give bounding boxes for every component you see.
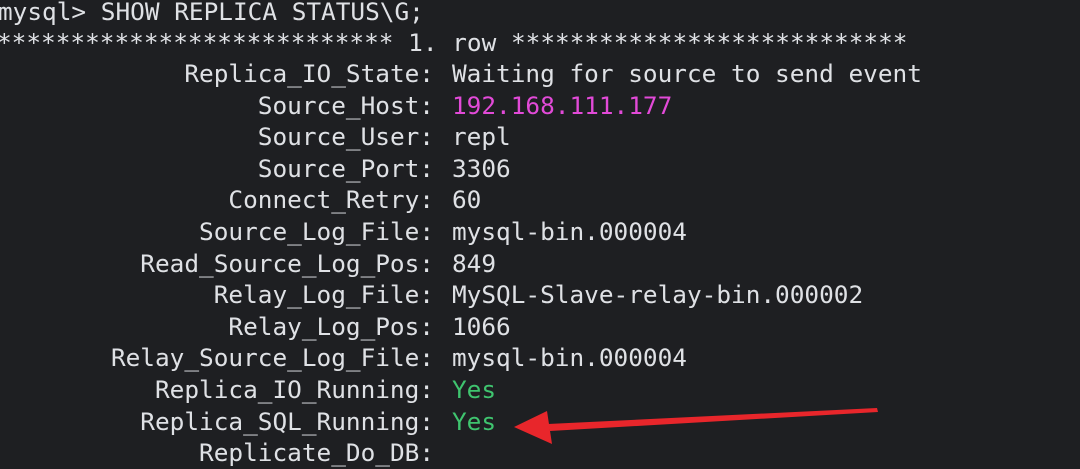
field-value: mysql-bin.000004 bbox=[452, 343, 687, 373]
field-value: MySQL-Slave-relay-bin.000002 bbox=[452, 280, 864, 310]
field-row-source-log-file: Source_Log_File: mysql-bin.000004 bbox=[0, 216, 1080, 248]
command-line: mysql> SHOW REPLICA STATUS\G; bbox=[0, 0, 424, 26]
field-label: Relay_Log_File: bbox=[213, 280, 434, 310]
field-label: Replica_IO_Running: bbox=[154, 375, 434, 404]
field-row-replica-io-running: Replica_IO_Running: Yes bbox=[0, 374, 1080, 406]
field-row-source-host: Source_Host: 192.168.111.177 bbox=[0, 90, 1080, 122]
field-value: 3306 bbox=[452, 153, 511, 183]
field-label: Source_Log_File: bbox=[199, 217, 434, 246]
field-row-replicate-do-db: Replicate_Do_DB: bbox=[0, 437, 1080, 469]
field-row-read-source-log-pos: Read_Source_Log_Pos: 849 bbox=[0, 248, 1080, 280]
row-separator: *************************** 1. row *****… bbox=[0, 28, 908, 57]
field-row-source-port: Source_Port: 3306 bbox=[0, 153, 1080, 185]
field-value: Waiting for source to send event bbox=[452, 59, 922, 88]
field-row-relay-source-log-file: Relay_Source_Log_File: mysql-bin.000004 bbox=[0, 342, 1080, 374]
field-row-replica-sql-running: Replica_SQL_Running: Yes bbox=[0, 406, 1080, 438]
field-label: Connect_Retry: bbox=[228, 185, 434, 215]
field-value: 849 bbox=[452, 248, 497, 278]
field-row-connect-retry: Connect_Retry: 60 bbox=[0, 184, 1080, 216]
field-value: 192.168.111.177 bbox=[452, 90, 673, 120]
field-label: Read_Source_Log_Pos: bbox=[140, 248, 434, 278]
field-label: Source_Host: bbox=[257, 90, 434, 120]
field-value: Yes bbox=[452, 375, 497, 404]
field-label: Source_Port: bbox=[257, 153, 434, 183]
field-value: repl bbox=[452, 122, 511, 152]
field-label: Relay_Source_Log_File: bbox=[110, 343, 434, 373]
field-label: Replica_IO_State: bbox=[184, 59, 434, 88]
field-row-replica-io-state: Replica_IO_State: Waiting for source to … bbox=[0, 58, 1080, 90]
field-value: mysql-bin.000004 bbox=[452, 217, 687, 246]
field-value: Yes bbox=[452, 406, 497, 436]
terminal-window[interactable]: mysql> SHOW REPLICA STATUS\G; **********… bbox=[0, 0, 1080, 467]
field-label: Replica_SQL_Running: bbox=[140, 406, 434, 436]
field-row-source-user: Source_User: repl bbox=[0, 121, 1080, 153]
field-row-relay-log-pos: Relay_Log_Pos: 1066 bbox=[0, 311, 1080, 343]
field-row-relay-log-file: Relay_Log_File: MySQL-Slave-relay-bin.00… bbox=[0, 279, 1080, 311]
field-label: Replicate_Do_DB: bbox=[199, 438, 434, 468]
field-value: 60 bbox=[452, 185, 482, 215]
field-value: 1066 bbox=[452, 311, 511, 341]
field-label: Source_User: bbox=[257, 122, 434, 152]
field-label: Relay_Log_Pos: bbox=[228, 311, 434, 341]
